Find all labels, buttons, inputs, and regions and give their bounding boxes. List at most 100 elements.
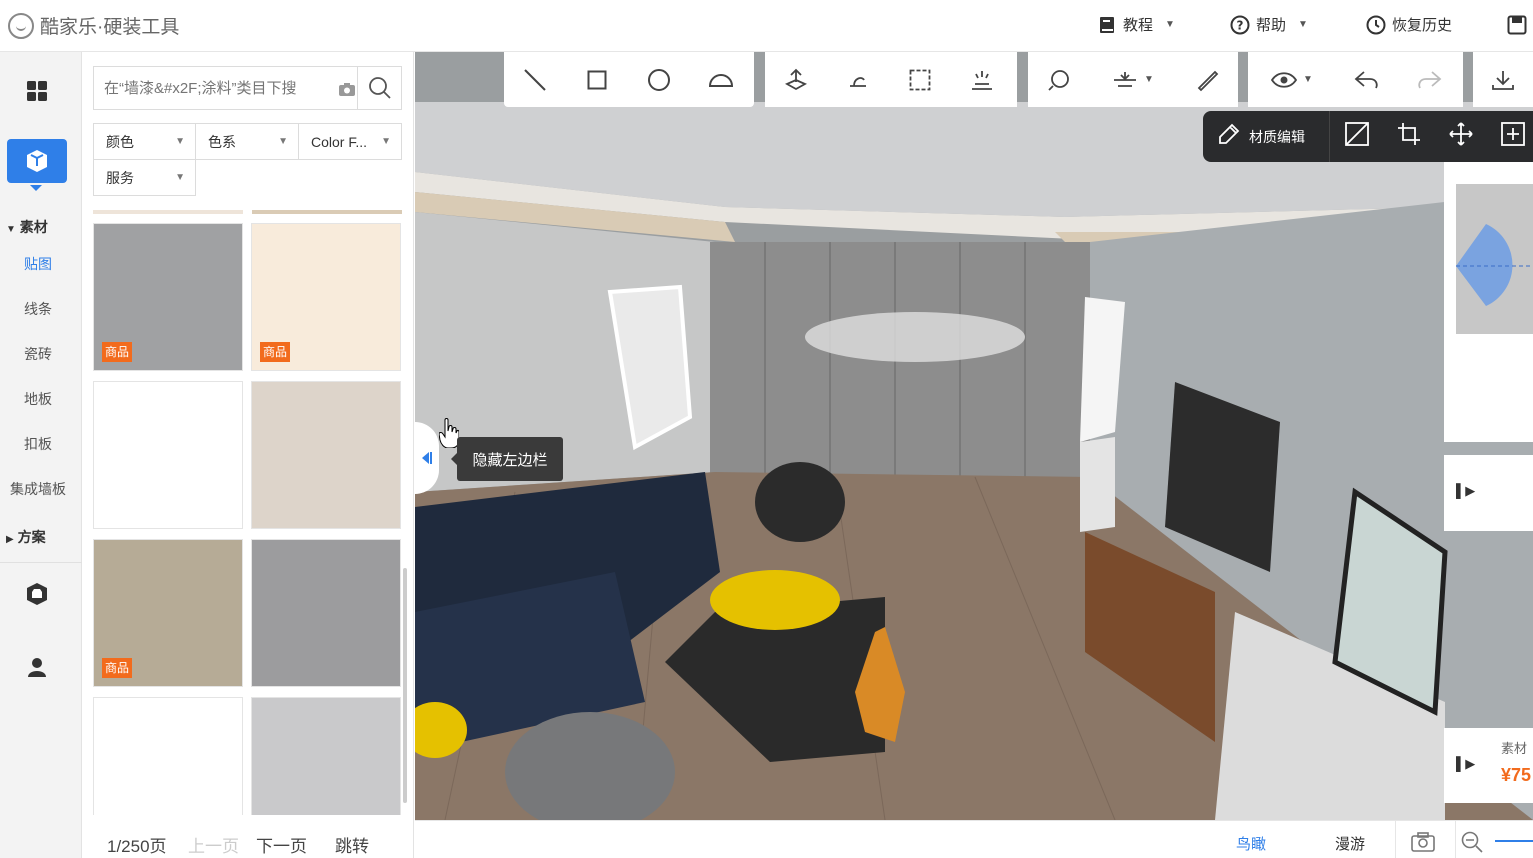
- magnifier-icon: [1048, 69, 1069, 91]
- top-bar: 酷家乐·硬装工具 教程 ▼ ? 帮助 ▼ 恢复历史: [0, 0, 1533, 52]
- arc-icon: [708, 73, 734, 87]
- export-toolbar: [1473, 52, 1533, 107]
- rotate-tool[interactable]: [827, 52, 889, 107]
- rail-item-ceiling-panel[interactable]: 扣板: [0, 434, 76, 454]
- brush-tool[interactable]: [1176, 52, 1238, 107]
- jump-button[interactable]: 跳转: [335, 832, 369, 857]
- view-toolbar: ▼: [1028, 52, 1238, 107]
- rectangle-icon: [587, 70, 607, 89]
- rail-item-texture[interactable]: 贴图: [0, 254, 76, 274]
- rail-item-floor[interactable]: 地板: [0, 389, 76, 409]
- material-tile[interactable]: [93, 381, 243, 529]
- filter-color[interactable]: 颜色 ▼: [93, 123, 196, 160]
- rail-item-tile[interactable]: 瓷砖: [0, 344, 76, 364]
- prev-page-button[interactable]: 上一页: [188, 832, 239, 857]
- redo-icon: [1418, 70, 1442, 88]
- rail-section-material-label: 素材: [19, 219, 48, 235]
- move-icon[interactable]: [1448, 121, 1474, 152]
- right-product-card: ▌▶ 素材 ¥75: [1444, 728, 1533, 803]
- rail-user-button[interactable]: [7, 645, 67, 689]
- line-tool[interactable]: [504, 52, 566, 107]
- material-tile[interactable]: 商品: [93, 539, 243, 687]
- search-input[interactable]: [94, 67, 337, 109]
- page-info: 1/250页: [107, 837, 167, 856]
- crop-icon[interactable]: [1396, 121, 1422, 152]
- view-roam-tab[interactable]: 漫游: [1335, 833, 1365, 854]
- arc-tool[interactable]: [690, 52, 752, 107]
- app-title: 酷家乐·硬装工具: [40, 17, 180, 38]
- material-tile[interactable]: 商品: [93, 223, 243, 371]
- view-aerial-tab[interactable]: 鸟瞰: [1236, 833, 1266, 854]
- filter-service[interactable]: 服务 ▼: [93, 159, 196, 196]
- toolbar-divider: [1329, 111, 1330, 162]
- select-area-tool[interactable]: [889, 52, 951, 107]
- rail-model-button[interactable]: [7, 139, 67, 183]
- material-edit-button[interactable]: 材质编辑: [1249, 127, 1305, 147]
- product-badge: 商品: [102, 658, 133, 678]
- 3d-viewport[interactable]: ▌▶ ▌▶ 素材 ¥75: [415, 52, 1533, 820]
- rail-item-wall-panel[interactable]: 集成墙板: [0, 479, 76, 499]
- material-grid: 商品 商品 商品: [93, 210, 402, 815]
- app-logo[interactable]: 酷家乐·硬装工具: [8, 12, 179, 39]
- zoom-tool[interactable]: [1028, 52, 1090, 107]
- download-button[interactable]: [1473, 52, 1533, 107]
- filter-color-family-label: 色系: [208, 133, 236, 150]
- pagination: 1/250页 上一页 下一页 跳转: [82, 828, 414, 858]
- light-tool[interactable]: [951, 52, 1013, 107]
- grid-icon: [27, 81, 47, 101]
- chevron-down-icon: ▼: [1298, 19, 1308, 30]
- frame-select-icon: [909, 69, 931, 90]
- preview-thumbnail: [1456, 184, 1533, 334]
- material-tile[interactable]: [251, 539, 401, 687]
- angle-indicator-icon: [1456, 224, 1533, 306]
- align-tool[interactable]: ▼: [1090, 52, 1176, 107]
- menu-restore-history-label: 恢复历史: [1392, 17, 1453, 34]
- add-frame-icon[interactable]: [1500, 121, 1526, 152]
- filter-color-f[interactable]: Color F... ▼: [298, 123, 402, 160]
- svg-text:?: ?: [1237, 18, 1244, 32]
- material-edit-bar: 材质编辑: [1203, 111, 1533, 162]
- zoom-slider[interactable]: [1495, 840, 1533, 842]
- search-button[interactable]: [357, 67, 401, 109]
- rail-item-moulding[interactable]: 线条: [0, 299, 76, 319]
- material-tile[interactable]: [251, 697, 401, 815]
- rail-section-plan-label: 方案: [17, 529, 46, 545]
- menu-tutorial[interactable]: 教程 ▼: [1097, 14, 1175, 35]
- scrollbar[interactable]: [403, 568, 407, 803]
- expand-right-icon[interactable]: ▌▶: [1456, 483, 1475, 499]
- extrude-tool[interactable]: [765, 52, 827, 107]
- redo-button[interactable]: [1398, 52, 1460, 107]
- edit-toolbar: [765, 52, 1017, 107]
- rail-section-material[interactable]: ▼ 素材: [0, 217, 82, 237]
- visibility-tool[interactable]: ▼: [1248, 52, 1336, 107]
- menu-restore-history[interactable]: 恢复历史: [1366, 14, 1452, 35]
- search-icon: [368, 77, 391, 99]
- zoom-out-icon[interactable]: [1461, 831, 1483, 858]
- material-tile[interactable]: [93, 697, 243, 815]
- material-tile[interactable]: [251, 381, 401, 529]
- download-icon: [1492, 70, 1514, 90]
- next-page-button[interactable]: 下一页: [256, 832, 307, 857]
- question-icon: ?: [1230, 15, 1250, 35]
- rail-section-plan[interactable]: ▶ 方案: [0, 527, 82, 547]
- camera-icon[interactable]: [337, 67, 357, 111]
- product-badge: 商品: [260, 342, 291, 362]
- texture-replace-icon[interactable]: [1344, 121, 1370, 152]
- undo-icon: [1354, 70, 1378, 88]
- expand-right-icon[interactable]: ▌▶: [1456, 756, 1475, 772]
- book-icon: [1097, 15, 1117, 35]
- rail-shop-button[interactable]: [7, 572, 67, 616]
- caret-down-icon: ▼: [6, 224, 16, 235]
- circle-tool[interactable]: [628, 52, 690, 107]
- menu-help[interactable]: ? 帮助 ▼: [1230, 14, 1308, 35]
- undo-button[interactable]: [1336, 52, 1398, 107]
- save-icon[interactable]: [1507, 15, 1527, 40]
- rectangle-tool[interactable]: [566, 52, 628, 107]
- material-panel: 颜色▼ 色系▼ Color F...▼ 服务▼ 商品商品商品 1/250页 上一…: [82, 52, 414, 858]
- filter-color-family[interactable]: 色系 ▼: [195, 123, 299, 160]
- filter-service-label: 服务: [106, 169, 134, 186]
- rail-apps-button[interactable]: [7, 69, 67, 113]
- material-tile[interactable]: 商品: [251, 223, 401, 371]
- rotate-icon: [850, 76, 866, 87]
- camera-snapshot-icon[interactable]: [1411, 832, 1435, 857]
